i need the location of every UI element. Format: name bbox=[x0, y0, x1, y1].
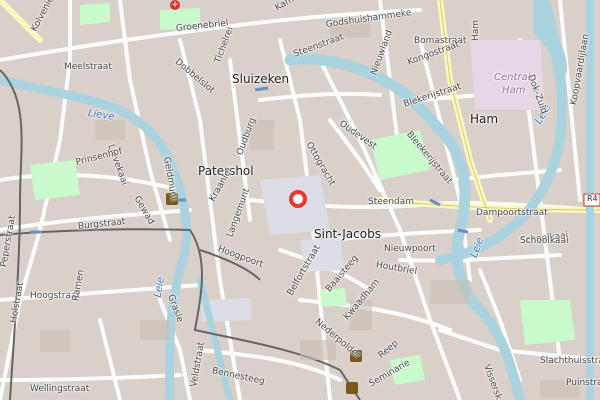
castle-icon bbox=[166, 193, 178, 205]
hospital-icon: + bbox=[170, 0, 180, 10]
location-pin-marker[interactable] bbox=[288, 189, 308, 209]
map-view[interactable]: + Sluizeken Patershol Sint-Jacobs Ham Li… bbox=[0, 0, 600, 400]
castle-icon bbox=[350, 350, 362, 362]
castle-icon bbox=[346, 382, 358, 394]
